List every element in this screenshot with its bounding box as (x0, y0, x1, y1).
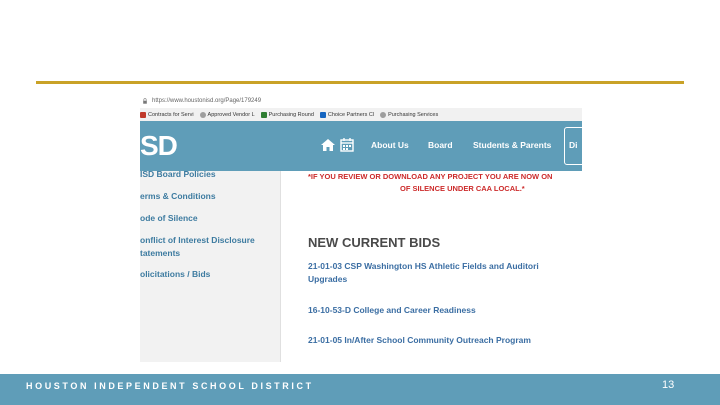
bookmark-item[interactable]: Contracts for Servi (140, 111, 194, 118)
home-icon[interactable] (320, 138, 336, 152)
page-icon (260, 111, 267, 118)
bookmark-icon (140, 111, 146, 118)
bookmark-label: Purchasing Services (388, 111, 439, 118)
bookmark-item[interactable]: Approved Vendor L (199, 111, 255, 118)
website-screenshot: https://www.houstonisd.org/Page/179249 C… (140, 94, 582, 362)
url-text: https://www.houstonisd.org/Page/179249 (152, 98, 262, 104)
sidebar-item-solicitations-bids[interactable]: olicitations / Bids (140, 268, 275, 280)
bookmark-item[interactable]: Purchasing Round (260, 111, 314, 118)
bookmarks-bar: Contracts for Servi Approved Vendor L Pu… (140, 108, 582, 122)
globe-icon (380, 111, 387, 118)
nav-directory-partial[interactable]: Di (564, 127, 582, 165)
bid-link-washington-hs[interactable]: 21-01-03 CSP Washington HS Athletic Fiel… (308, 260, 582, 272)
warning-line-2: OF SILENCE UNDER CAA LOCAL.* (400, 184, 525, 193)
bid-link-washington-hs-line2[interactable]: Upgrades (308, 273, 582, 285)
globe-icon (199, 111, 206, 118)
silence-warning: *IF YOU REVIEW OR DOWNLOAD ANY PROJECT Y… (308, 171, 582, 195)
footer-district-name: HOUSTON INDEPENDENT SCHOOL DISTRICT (26, 381, 314, 391)
cp-icon (319, 111, 326, 118)
sidebar-item-conflict-of-interest-line2[interactable]: tatements (140, 247, 275, 259)
sidebar-item-board-policies[interactable]: ISD Board Policies (140, 168, 275, 180)
bookmark-label: Approved Vendor L (207, 111, 255, 118)
bookmark-label: Purchasing Round (268, 111, 314, 118)
nav-board[interactable]: Board (428, 140, 453, 150)
bids-heading: NEW CURRENT BIDS (308, 235, 441, 250)
sidebar: ISD Board Policies erms & Conditions ode… (140, 168, 281, 362)
slide-footer: HOUSTON INDEPENDENT SCHOOL DISTRICT 13 (0, 374, 720, 405)
bookmark-label: Choice Partners Cl (327, 111, 375, 118)
bookmark-label: Contracts for Servi (148, 111, 194, 118)
bid-link-college-career[interactable]: 16-10-53-D College and Career Readiness (308, 304, 582, 316)
lock-icon (143, 98, 147, 104)
bookmark-item[interactable]: Choice Partners Cl (319, 111, 375, 118)
site-logo[interactable]: SD (140, 131, 178, 161)
calendar-icon[interactable] (340, 137, 354, 152)
address-bar[interactable]: https://www.houstonisd.org/Page/179249 (140, 94, 582, 108)
site-navbar: SD About Us Board Students & Parents Di (140, 121, 582, 171)
nav-about-us[interactable]: About Us (371, 140, 409, 150)
sidebar-item-conflict-of-interest[interactable]: onflict of Interest Disclosure (140, 234, 275, 246)
sidebar-item-terms-conditions[interactable]: erms & Conditions (140, 190, 275, 202)
bookmark-item[interactable]: Purchasing Services (380, 111, 439, 118)
sidebar-item-code-of-silence[interactable]: ode of Silence (140, 212, 275, 224)
title-divider (36, 81, 684, 84)
main-content: *IF YOU REVIEW OR DOWNLOAD ANY PROJECT Y… (281, 171, 582, 362)
warning-line-1: *IF YOU REVIEW OR DOWNLOAD ANY PROJECT Y… (308, 172, 553, 181)
nav-students-parents[interactable]: Students & Parents (473, 140, 551, 150)
bid-link-outreach-program[interactable]: 21-01-05 In/After School Community Outre… (308, 334, 582, 346)
page-number: 13 (662, 379, 675, 391)
